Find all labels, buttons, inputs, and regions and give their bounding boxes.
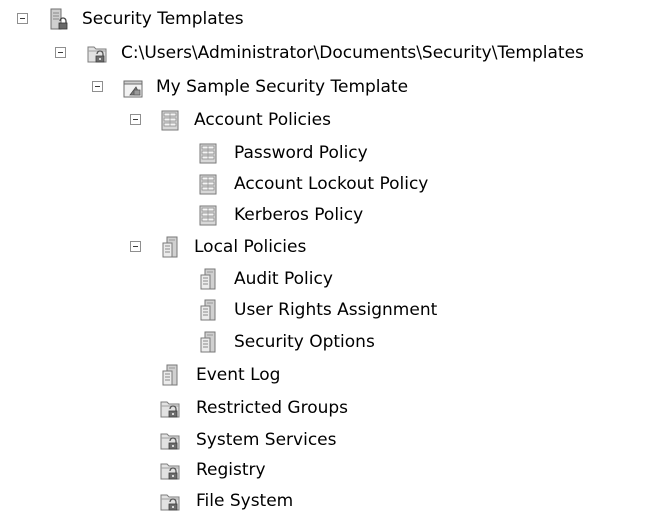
- locked-folder-icon: [159, 458, 181, 482]
- policy-document-icon: [159, 235, 181, 259]
- tree-node-label: Restricted Groups: [196, 398, 349, 418]
- policy-document-icon: [197, 330, 219, 354]
- security-templates-tree: Security Templates C:\Users\Administrato…: [0, 0, 659, 515]
- security-templates-icon: [48, 7, 70, 31]
- tree-node-label: Kerberos Policy: [234, 205, 364, 225]
- tree-node-label: Event Log: [196, 365, 281, 385]
- collapse-toggle[interactable]: [130, 241, 141, 252]
- tree-node-label: Local Policies: [194, 237, 307, 257]
- locked-folder-icon: [159, 489, 181, 513]
- policy-document-icon: [197, 267, 219, 291]
- locked-folder-icon: [159, 428, 181, 452]
- policy-server-icon: [159, 108, 181, 132]
- tree-node-label: File System: [196, 491, 294, 511]
- tree-node-label: Account Policies: [194, 110, 331, 130]
- tree-node-label: Registry: [196, 460, 266, 480]
- tree-node-label: My Sample Security Template: [156, 77, 409, 97]
- tree-node-label: Audit Policy: [234, 269, 333, 289]
- tree-node-label: Security Templates: [82, 9, 244, 29]
- locked-folder-icon: [86, 41, 108, 65]
- tree-node-label: Account Lockout Policy: [234, 174, 429, 194]
- locked-folder-icon: [159, 396, 181, 420]
- policy-document-icon: [159, 363, 181, 387]
- tree-node-label: System Services: [196, 430, 337, 450]
- policy-server-icon: [197, 172, 219, 196]
- policy-server-icon: [197, 141, 219, 165]
- tree-node-label: Password Policy: [234, 143, 368, 163]
- policy-server-icon: [197, 203, 219, 227]
- collapse-toggle[interactable]: [17, 13, 28, 24]
- tree-node-label: User Rights Assignment: [234, 300, 438, 320]
- template-document-icon: [122, 75, 144, 99]
- collapse-toggle[interactable]: [130, 114, 141, 125]
- tree-node-label: C:\Users\Administrator\Documents\Securit…: [121, 43, 584, 63]
- collapse-toggle[interactable]: [55, 47, 66, 58]
- tree-node-label: Security Options: [234, 332, 375, 352]
- collapse-toggle[interactable]: [92, 81, 103, 92]
- policy-document-icon: [197, 298, 219, 322]
